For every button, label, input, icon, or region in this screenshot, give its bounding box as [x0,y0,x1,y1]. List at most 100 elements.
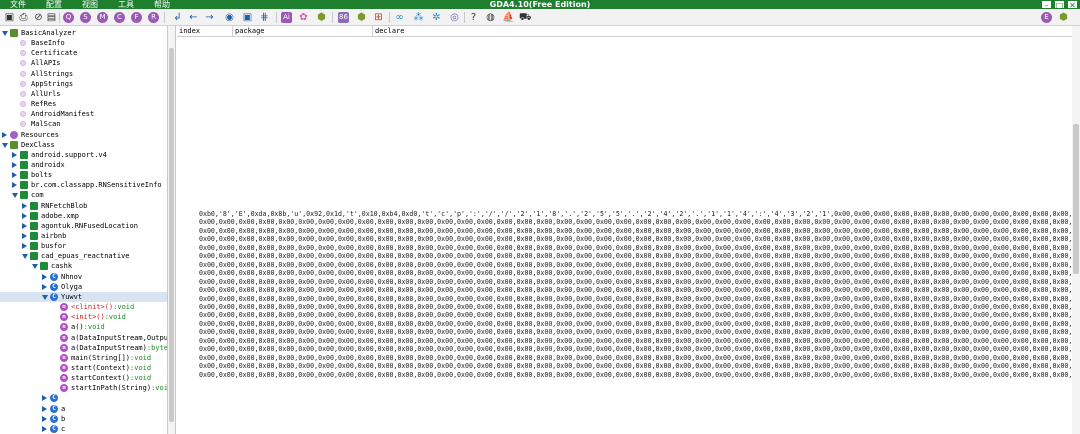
field-icon[interactable]: F [131,12,142,23]
tree-row[interactable]: AllAPIs [0,58,167,68]
tree-row[interactable]: ma(DataInputStream,OutputSt [0,333,167,343]
expanded-arrow-icon[interactable] [32,264,38,270]
collapsed-arrow-icon[interactable] [42,273,47,280]
link2-icon[interactable]: ∞ [394,12,405,23]
print-icon[interactable]: ⎙ [18,12,29,23]
tree-row[interactable]: C [0,393,167,403]
collapsed-arrow-icon[interactable] [12,151,17,158]
collapsed-arrow-icon[interactable] [22,243,27,250]
tree-row[interactable]: m <init>():void [0,312,167,322]
link-icon[interactable]: ⊘ [33,12,44,23]
tree-row[interactable]: m startContext():void [0,373,167,383]
minimize-button[interactable]: – [1041,0,1052,10]
tree-row[interactable]: RefRes [0,99,167,109]
tree-row[interactable]: AndroidManifest [0,109,167,119]
tree-row[interactable]: android.support.v4 [0,150,167,160]
tree-row[interactable]: AllStrings [0,69,167,79]
help-icon[interactable]: ? [468,12,479,23]
content-scrollbar-thumb[interactable] [1073,124,1079,274]
menu-help[interactable]: 帮助 [154,0,170,9]
fingerprint-icon[interactable]: ◎ [449,12,460,23]
tree-row[interactable]: AppStrings [0,79,167,89]
tree-row[interactable]: m main(String[]):void [0,353,167,363]
decompile-icon[interactable]: 86 [338,12,349,23]
tree-row[interactable]: DexClass [0,140,167,150]
nav-forward-icon[interactable]: → [204,12,215,23]
collapsed-arrow-icon[interactable] [2,131,7,138]
collapsed-arrow-icon[interactable] [42,395,47,402]
tree-row[interactable]: bolts [0,170,167,180]
windows-icon[interactable]: ⊞ [373,12,384,23]
expanded-arrow-icon[interactable] [22,254,28,260]
nav-left-icon[interactable]: ↲ [172,12,183,23]
tree-scrollbar[interactable] [168,26,176,434]
search-icon[interactable]: Q [63,12,74,23]
tree-row[interactable]: AllUrls [0,89,167,99]
collapsed-arrow-icon[interactable] [42,415,47,422]
tag-icon[interactable]: ▣ [242,12,253,23]
class-icon[interactable]: C [114,12,125,23]
tree-row[interactable]: Resources [0,130,167,140]
save-icon[interactable]: ▣ [4,12,15,23]
expanded-arrow-icon[interactable] [2,31,8,36]
close-button[interactable]: ✕ [1067,0,1078,10]
collapsed-arrow-icon[interactable] [12,172,17,179]
tree-row[interactable]: C Yuwvt [0,291,167,302]
tree-row[interactable]: agontuk.RNFusedLocation [0,221,167,231]
tree-row[interactable]: m a():void [0,322,167,332]
hierarchy-icon[interactable]: ⋕ [259,12,270,23]
tree-row[interactable]: cashk [0,261,167,271]
tree-row[interactable]: BaseInfo [0,38,167,48]
resource-icon[interactable]: R [148,12,159,23]
e-icon[interactable]: E [1041,12,1052,23]
tree-row[interactable]: Cc [0,424,167,434]
tree-row[interactable]: m start(Context):void [0,363,167,373]
cart-icon[interactable]: ⛟ [519,12,532,23]
collapsed-arrow-icon[interactable] [22,212,27,219]
collapsed-arrow-icon[interactable] [12,161,17,168]
cloud-icon[interactable]: ⁂ [413,12,424,23]
menu-view[interactable]: 视图 [82,0,98,9]
tree-row[interactable]: Ca [0,404,167,414]
android-robot-icon[interactable]: ⬢ [356,12,367,23]
lock-icon[interactable]: ▤ [46,12,57,23]
collapsed-arrow-icon[interactable] [22,202,27,209]
method-icon[interactable]: M [97,12,108,23]
source-icon[interactable]: S [80,12,91,23]
tree-row[interactable]: m a(DataInputStream):byte [0,343,167,353]
tree-scrollbar-thumb[interactable] [169,48,174,422]
eye-icon[interactable]: ◍ [485,12,496,23]
hex-dump[interactable]: 0xb0,'8','E',0xda,0x8b,'u',0x92,0x1d,'t'… [199,210,1072,379]
tree-row[interactable]: mstartInPath(String):void [0,383,167,393]
ship-icon[interactable]: ⛵ [502,12,514,23]
menu-file[interactable]: 文件 [10,0,26,9]
collapsed-arrow-icon[interactable] [22,233,27,239]
tree-row[interactable]: androidx [0,160,167,170]
collapsed-arrow-icon[interactable] [42,425,47,432]
tree-row[interactable]: C Olyga [0,282,167,292]
column-declare[interactable]: declare [373,26,1072,37]
collapsed-arrow-icon[interactable] [22,222,27,229]
menu-config[interactable]: 配置 [46,0,62,9]
column-package[interactable]: package [233,26,373,37]
expanded-arrow-icon[interactable] [12,193,18,199]
tree-row[interactable]: com [0,190,167,200]
collapsed-arrow-icon[interactable] [12,182,17,189]
tree-row[interactable]: busfor [0,241,167,251]
content-scrollbar[interactable] [1072,26,1080,434]
tree-row[interactable]: adobe.xmp [0,211,167,221]
android-icon[interactable]: ⬢ [316,12,327,23]
tree-row[interactable]: br.com.classapp.RNSensitiveInfo [0,180,167,190]
maximize-button[interactable]: □ [1054,0,1065,10]
tree-row[interactable]: Certificate [0,48,167,58]
tree-row[interactable]: cad_epuas_reactnative [0,251,167,261]
collapsed-arrow-icon[interactable] [42,283,47,290]
ai-icon[interactable]: Ai [281,12,292,23]
palette-icon[interactable]: ✿ [298,12,309,23]
expanded-arrow-icon[interactable] [42,294,48,300]
tree-row[interactable]: RNFetchBlob [0,201,167,211]
bookmark-icon[interactable]: ◉ [224,12,235,23]
tree-row[interactable]: m <clinit>():void [0,302,167,312]
tree-row[interactable]: airbnb [0,231,167,241]
tree-row[interactable]: Cb [0,414,167,424]
